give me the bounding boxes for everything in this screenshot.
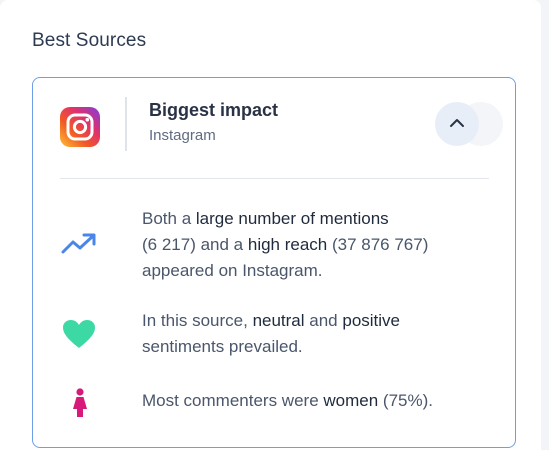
insight-text: Most commenters were women (75%). — [142, 391, 433, 410]
insight-text: In this source, neutral and positive sen… — [142, 311, 400, 356]
instagram-icon — [60, 107, 100, 147]
insight-text: Both a large number of mentions (6 217) … — [142, 209, 429, 280]
panel-title: Best Sources — [32, 30, 147, 51]
card-subtitle: Instagram — [149, 127, 216, 144]
collapse-button[interactable] — [435, 102, 479, 146]
vertical-divider — [125, 97, 127, 151]
best-sources-panel: Best Sources Biggest impact Instagram Bo… — [0, 0, 541, 450]
chevron-up-icon — [449, 115, 465, 133]
source-card: Biggest impact Instagram Both a large nu… — [32, 77, 516, 448]
horizontal-divider — [60, 178, 489, 179]
woman-icon — [70, 388, 90, 423]
trend-up-icon — [61, 232, 97, 261]
heart-icon — [61, 318, 97, 355]
card-title: Biggest impact — [149, 100, 279, 120]
